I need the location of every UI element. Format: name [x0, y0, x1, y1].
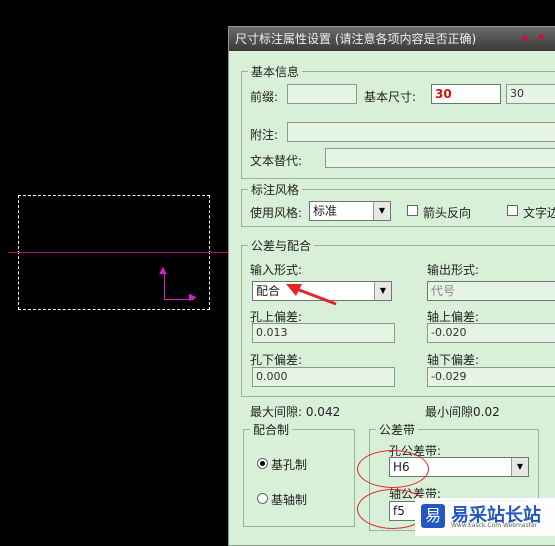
hole-upper-field[interactable]: 0.013 [252, 323, 395, 343]
site-watermark: 易 易采站长站 Www.Easck.Com Webmaster [415, 498, 555, 536]
annotation-arrow-icon [286, 284, 337, 306]
hole-lower-label: 孔下偏差: [250, 353, 303, 367]
ucs-x-arrow-icon: ▶ [189, 292, 197, 303]
input-form-label: 输入形式: [250, 263, 303, 277]
max-clearance-label: 最大间隙: 0.042 [250, 405, 341, 419]
note-label: 附注: [250, 128, 279, 142]
ucs-y-arrow-icon: ▲ [159, 265, 167, 276]
text-replace-label: 文本替代: [250, 154, 303, 168]
hole-lower-field[interactable]: 0.000 [252, 367, 395, 387]
note-field[interactable] [287, 122, 555, 142]
tolerance-legend: 公差与配合 [251, 239, 312, 253]
chevron-down-icon[interactable]: ▼ [374, 282, 391, 300]
shaft-lower-field[interactable]: -0.029 [427, 367, 555, 387]
input-form-value: 配合 [256, 284, 281, 298]
prefix-label: 前缀: [250, 90, 279, 104]
use-style-label: 使用风格: [250, 206, 303, 220]
output-form-label: 输出形式: [427, 263, 480, 277]
basic-size-display[interactable]: 30 [506, 84, 555, 104]
basic-size-field[interactable]: 30 [431, 84, 501, 104]
min-clearance-label: 最小间隙0.02 [425, 405, 500, 419]
prefix-field[interactable] [287, 84, 357, 104]
fit-system-group: 配合制 [243, 421, 355, 527]
arrow-reverse-label: 箭头反向 [423, 206, 472, 220]
cad-center-line[interactable] [8, 252, 228, 253]
output-form-select[interactable]: 代号 [427, 281, 555, 301]
text-replace-field[interactable] [325, 148, 555, 168]
dialog-titlebar[interactable]: 尺寸标注属性设置 (请注意各项内容是否正确) [229, 27, 555, 51]
tolerance-zone-legend: 公差带 [379, 423, 416, 437]
basic-info-legend: 基本信息 [251, 65, 300, 79]
dialog-title: 尺寸标注属性设置 (请注意各项内容是否正确) [235, 32, 477, 46]
watermark-logo-icon: 易 [421, 504, 445, 528]
shaft-basis-radio[interactable] [257, 493, 268, 504]
chevron-down-icon[interactable]: ▼ [511, 458, 528, 476]
use-style-value: 标准 [313, 204, 338, 218]
watermark-sub: Www.Easck.Com Webmaster [451, 522, 538, 529]
shaft-lower-label: 轴下偏差: [427, 353, 480, 367]
arrow-reverse-checkbox[interactable] [407, 205, 418, 216]
annotation-circle-hole-zone [357, 450, 429, 488]
chevron-down-icon[interactable]: ▼ [373, 202, 390, 220]
dimension-properties-dialog: 尺寸标注属性设置 (请注意各项内容是否正确) 基本信息 前缀: 基本尺寸: 30… [228, 26, 555, 546]
hole-basis-label: 基孔制 [271, 458, 308, 472]
text-side-checkbox[interactable] [507, 205, 518, 216]
basic-size-label: 基本尺寸: [364, 90, 417, 104]
style-legend: 标注风格 [251, 183, 300, 197]
output-form-value: 代号 [431, 284, 456, 298]
shaft-upper-field[interactable]: -0.020 [427, 323, 555, 343]
shaft-basis-label: 基轴制 [271, 493, 308, 507]
hole-basis-radio[interactable] [257, 458, 268, 469]
text-side-label: 文字边 [523, 206, 555, 220]
use-style-select[interactable]: 标准 ▼ [309, 201, 391, 221]
fit-system-legend: 配合制 [253, 423, 290, 437]
title-decoration [513, 31, 553, 45]
